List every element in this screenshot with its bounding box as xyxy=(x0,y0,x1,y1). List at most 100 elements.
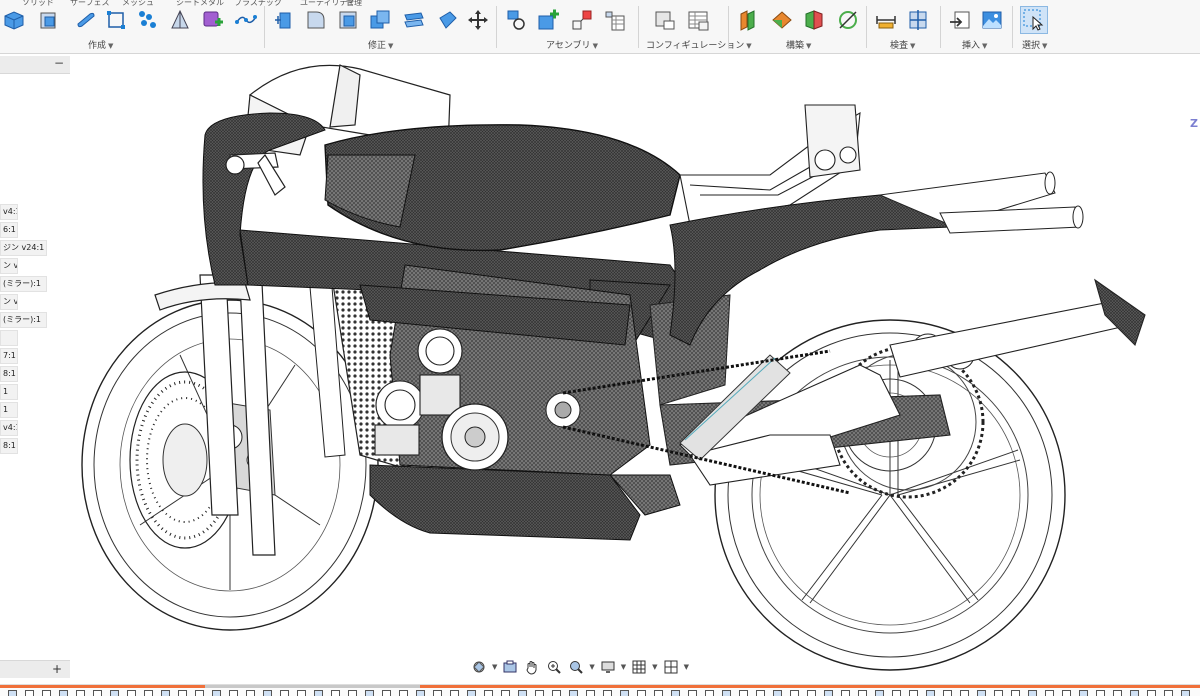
fuel-tank[interactable] xyxy=(324,124,681,252)
joint-icon[interactable] xyxy=(504,8,528,32)
timeline-feature-icon[interactable] xyxy=(76,690,85,696)
sketch-icon[interactable] xyxy=(104,8,128,32)
cone-icon[interactable] xyxy=(168,8,192,32)
orbit-icon[interactable] xyxy=(470,658,488,676)
zoom-icon[interactable] xyxy=(567,658,585,676)
timeline-feature-icon[interactable] xyxy=(212,690,221,696)
shell-icon[interactable] xyxy=(336,8,360,32)
timeline-feature-icon[interactable] xyxy=(552,690,561,696)
display-settings-icon[interactable] xyxy=(599,658,617,676)
component-icon[interactable] xyxy=(200,8,224,32)
timeline-feature-icon[interactable] xyxy=(875,690,884,696)
move-icon[interactable] xyxy=(466,8,490,32)
pan-icon[interactable] xyxy=(523,658,541,676)
timeline-feature-icon[interactable] xyxy=(943,690,952,696)
timeline-feature-icon[interactable] xyxy=(790,690,799,696)
timeline-feature-icon[interactable] xyxy=(314,690,323,696)
timeline-feature-icon[interactable] xyxy=(1181,690,1190,696)
timeline-feature-icon[interactable] xyxy=(1113,690,1122,696)
timeline-feature-icon[interactable] xyxy=(297,690,306,696)
timeline-feature-icon[interactable] xyxy=(1045,690,1054,696)
timeline-feature-icon[interactable] xyxy=(569,690,578,696)
timeline-feature-icon[interactable] xyxy=(858,690,867,696)
display-caret-icon[interactable]: ▼ xyxy=(621,663,626,671)
browser-node[interactable]: 8:1 xyxy=(0,366,18,382)
viewports-icon[interactable] xyxy=(662,658,680,676)
timeline-feature-icon[interactable] xyxy=(620,690,629,696)
as-built-joint-icon[interactable] xyxy=(602,8,626,32)
timeline-feature-icon[interactable] xyxy=(246,690,255,696)
push-pull-icon[interactable] xyxy=(272,8,296,32)
timeline-feature-icon[interactable] xyxy=(127,690,136,696)
browser-node[interactable]: ン v4:1 xyxy=(0,294,18,310)
fillet-icon[interactable] xyxy=(304,8,328,32)
timeline-feature-icon[interactable] xyxy=(960,690,969,696)
timeline-feature-icon[interactable] xyxy=(637,690,646,696)
replace-icon[interactable] xyxy=(436,8,460,32)
timeline-feature-icon[interactable] xyxy=(93,690,102,696)
timeline-scrollbar[interactable] xyxy=(205,685,420,688)
timeline-feature-icon[interactable] xyxy=(807,690,816,696)
browser-node[interactable]: v4:1 xyxy=(0,420,18,436)
timeline-feature-icon[interactable] xyxy=(433,690,442,696)
look-at-icon[interactable] xyxy=(501,658,519,676)
timeline-feature-icon[interactable] xyxy=(586,690,595,696)
browser-node[interactable] xyxy=(0,330,18,346)
timeline-feature-icon[interactable] xyxy=(484,690,493,696)
timeline-feature-icon[interactable] xyxy=(1028,690,1037,696)
new-component-icon[interactable] xyxy=(536,8,560,32)
timeline-feature-icon[interactable] xyxy=(773,690,782,696)
assemble-group-label[interactable]: アセンブリ ▼ xyxy=(546,38,598,51)
viewcube[interactable]: Z xyxy=(1190,117,1198,130)
timeline-feature-icon[interactable] xyxy=(25,690,34,696)
orbit-caret-icon[interactable]: ▼ xyxy=(492,663,497,671)
timeline-feature-icon[interactable] xyxy=(1096,690,1105,696)
section-icon[interactable] xyxy=(906,8,930,32)
timeline-feature-icon[interactable] xyxy=(195,690,204,696)
timeline-feature-icon[interactable] xyxy=(824,690,833,696)
table-icon[interactable] xyxy=(686,8,710,32)
timeline-feature-icon[interactable] xyxy=(399,690,408,696)
grid-icon[interactable] xyxy=(630,658,648,676)
timeline-feature-icon[interactable] xyxy=(144,690,153,696)
canvas-viewport[interactable]: Z xyxy=(70,55,1200,684)
timeline-feature-icon[interactable] xyxy=(892,690,901,696)
offset-plane-icon[interactable] xyxy=(736,8,760,32)
timeline-feature-icon[interactable] xyxy=(42,690,51,696)
clutch-cover[interactable] xyxy=(441,403,509,471)
timeline-feature-icon[interactable] xyxy=(909,690,918,696)
motorcycle-model[interactable] xyxy=(70,55,1200,684)
timeline-feature-icon[interactable] xyxy=(1062,690,1071,696)
timeline-feature-icon[interactable] xyxy=(450,690,459,696)
front-fork[interactable] xyxy=(154,274,276,556)
canvas-icon[interactable] xyxy=(980,8,1004,32)
browser-node[interactable]: 7:1 xyxy=(0,348,18,364)
viewports-caret-icon[interactable]: ▼ xyxy=(684,663,689,671)
split-icon[interactable] xyxy=(402,8,426,32)
construct-group-label[interactable]: 構築 ▼ xyxy=(786,38,811,51)
midplane-icon[interactable] xyxy=(802,8,826,32)
timeline-feature-icon[interactable] xyxy=(994,690,1003,696)
timeline-feature-icon[interactable] xyxy=(688,690,697,696)
engine[interactable] xyxy=(359,264,651,476)
timeline-feature-icon[interactable] xyxy=(841,690,850,696)
zoom-window-icon[interactable] xyxy=(545,658,563,676)
browser-node[interactable]: (ミラー):1 xyxy=(0,276,47,292)
browser-node[interactable]: ン v4:1 xyxy=(0,258,18,274)
pattern-icon[interactable] xyxy=(136,8,160,32)
timeline-feature-icon[interactable] xyxy=(1011,690,1020,696)
timeline-feature-icon[interactable] xyxy=(1164,690,1173,696)
timeline-feature-icon[interactable] xyxy=(977,690,986,696)
grid-caret-icon[interactable]: ▼ xyxy=(652,663,657,671)
timeline-feature-icon[interactable] xyxy=(8,690,17,696)
browser-node[interactable]: v4:1 xyxy=(0,204,18,220)
timeline-feature-icon[interactable] xyxy=(382,690,391,696)
align-icon[interactable] xyxy=(570,8,594,32)
plane-angle-icon[interactable] xyxy=(770,8,794,32)
timeline-feature-icon[interactable] xyxy=(739,690,748,696)
timeline-feature-icon[interactable] xyxy=(229,690,238,696)
browser-node[interactable]: ジン v24:1 xyxy=(0,240,47,256)
timeline-feature-icon[interactable] xyxy=(331,690,340,696)
browser-node[interactable]: 1 xyxy=(0,384,18,400)
timeline-feature-icon[interactable] xyxy=(654,690,663,696)
